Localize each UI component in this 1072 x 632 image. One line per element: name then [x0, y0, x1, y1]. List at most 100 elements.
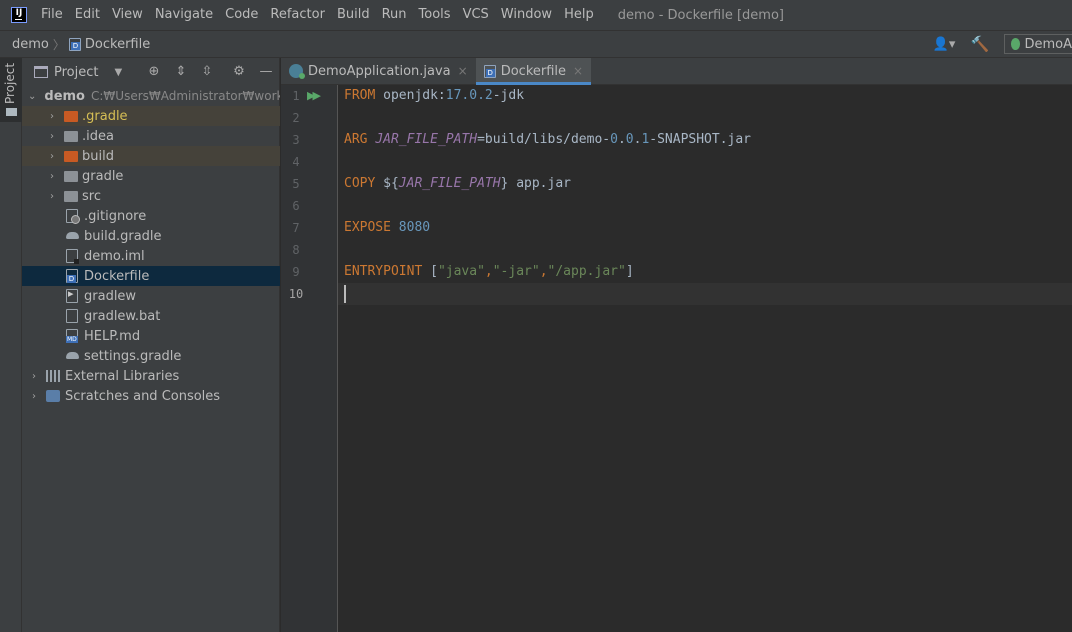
number-literal: 8080	[398, 220, 431, 235]
menu-refactor[interactable]: Refactor	[264, 0, 331, 30]
gradle-file-icon	[66, 229, 79, 243]
menu-build[interactable]: Build	[331, 0, 376, 30]
editor-gutter[interactable]: 1 ▶▶ 2 3 4 5 6 7 8 9 10	[281, 85, 338, 632]
project-tool-window-button[interactable]: Project	[0, 58, 22, 122]
collapse-all-icon[interactable]: ⇳	[199, 64, 215, 80]
tree-item-build-gradle[interactable]: build.gradle	[22, 226, 280, 246]
user-account-icon[interactable]: 👤▾	[930, 34, 958, 54]
tree-item-demo-iml[interactable]: demo.iml	[22, 246, 280, 266]
library-icon	[46, 370, 60, 382]
line-number: 9	[292, 265, 300, 279]
keyword: ENTRYPOINT	[344, 264, 423, 279]
run-configuration-selector[interactable]: DemoA	[1004, 34, 1072, 54]
excluded-folder-icon	[64, 110, 78, 122]
tab-dockerfile[interactable]: Dockerfile ×	[475, 58, 592, 85]
string-literal: "java"	[437, 264, 485, 279]
tree-item-build[interactable]: › build	[22, 146, 280, 166]
gear-icon[interactable]: ⚙	[231, 64, 247, 80]
menu-code[interactable]: Code	[219, 0, 264, 30]
tree-item-label: settings.gradle	[84, 348, 182, 364]
tree-item-external-libraries[interactable]: › External Libraries	[22, 366, 280, 386]
build-hammer-icon[interactable]: 🔨	[968, 34, 992, 54]
markdown-file-icon	[66, 329, 78, 343]
keyword: FROM	[344, 88, 376, 103]
tree-item-idea[interactable]: › .idea	[22, 126, 280, 146]
string-literal: "-jar"	[492, 264, 540, 279]
tree-item-gitignore[interactable]: .gitignore	[22, 206, 280, 226]
tree-root-path: C:₩Users₩Administrator₩worksp	[91, 89, 280, 103]
tree-item-scratches[interactable]: › Scratches and Consoles	[22, 386, 280, 406]
dockerfile-icon	[68, 37, 81, 51]
tree-item-gradle[interactable]: › gradle	[22, 166, 280, 186]
code-text: .	[617, 132, 626, 147]
number-literal: 17.0.2	[445, 88, 493, 103]
chevron-right-icon[interactable]: ›	[46, 111, 58, 122]
number-literal: 0	[610, 132, 618, 147]
line-number: 5	[292, 177, 300, 191]
close-icon[interactable]: ×	[458, 64, 468, 78]
chevron-right-icon[interactable]: ›	[46, 131, 58, 142]
tree-item-label: gradlew.bat	[84, 308, 161, 324]
breadcrumb-project[interactable]: demo	[12, 37, 49, 52]
minimize-icon[interactable]: —	[258, 64, 274, 80]
menu-vcs[interactable]: VCS	[457, 0, 495, 30]
chevron-right-icon[interactable]: ›	[28, 391, 40, 402]
locate-file-icon[interactable]: ⊕	[146, 64, 162, 80]
tree-item-label: Dockerfile	[84, 268, 150, 284]
tree-item-label: .gradle	[82, 108, 128, 124]
tree-item-dockerfile[interactable]: Dockerfile	[22, 266, 280, 286]
dockerfile-icon	[66, 269, 78, 283]
tree-root-demo[interactable]: ⌄ demo C:₩Users₩Administrator₩worksp	[22, 86, 280, 106]
tree-item-label: gradlew	[84, 288, 137, 304]
project-panel-title[interactable]: Project	[54, 65, 98, 80]
tree-item-help-md[interactable]: HELP.md	[22, 326, 280, 346]
spring-boot-icon	[1011, 38, 1021, 50]
menu-window[interactable]: Window	[495, 0, 558, 30]
window-title: demo - Dockerfile [demo]	[617, 7, 784, 23]
code-editor[interactable]: 1 ▶▶ 2 3 4 5 6 7 8 9 10 FROM openjdk:17.…	[281, 85, 1072, 632]
navbar-toolbar: 👤▾ 🔨 DemoA	[930, 31, 1072, 57]
text-file-icon	[66, 309, 78, 323]
project-stripe-label: Project	[3, 62, 17, 104]
logo-text: IJ	[15, 8, 23, 18]
menu-bar: IJ File Edit View Navigate Code Refactor…	[0, 0, 1072, 30]
menu-navigate[interactable]: Navigate	[149, 0, 219, 30]
menu-view[interactable]: View	[106, 0, 149, 30]
code-line-5: COPY ${JAR_FILE_PATH} app.jar	[344, 173, 571, 195]
shell-script-icon	[66, 287, 78, 303]
tree-item-dot-gradle[interactable]: › .gradle	[22, 106, 280, 126]
tree-item-label: gradle	[82, 168, 124, 184]
variable: JAR_FILE_PATH	[375, 132, 478, 147]
close-icon[interactable]: ×	[573, 64, 583, 78]
chevron-right-icon[interactable]: ›	[46, 151, 58, 162]
code-line-9: ENTRYPOINT ["java","-jar","/app.jar"]	[344, 261, 634, 283]
chevron-right-icon[interactable]: ›	[28, 371, 40, 382]
line-number: 2	[292, 111, 300, 125]
breadcrumb-file[interactable]: Dockerfile	[85, 37, 150, 52]
run-configuration-label: DemoA	[1024, 36, 1072, 52]
tree-item-gradlew-bat[interactable]: gradlew.bat	[22, 306, 280, 326]
run-icon[interactable]: ▶▶	[307, 88, 321, 104]
line-number-current: 10	[288, 287, 304, 301]
tree-item-label: demo.iml	[84, 248, 145, 264]
chevron-right-icon[interactable]: ›	[46, 171, 58, 182]
keyword: ARG	[344, 132, 368, 147]
tab-demo-application-java[interactable]: DemoApplication.java ×	[281, 58, 476, 84]
chevron-right-icon[interactable]: ›	[46, 191, 58, 202]
breadcrumb-separator: 〉	[52, 37, 65, 52]
menu-help[interactable]: Help	[558, 0, 600, 30]
expand-all-icon[interactable]: ⇕	[173, 64, 189, 80]
menu-file[interactable]: File	[35, 0, 69, 30]
excluded-folder-icon	[64, 150, 78, 162]
chevron-down-icon[interactable]: ▼	[114, 67, 122, 78]
line-number: 4	[292, 155, 300, 169]
chevron-down-icon[interactable]: ⌄	[28, 91, 36, 102]
menu-run[interactable]: Run	[376, 0, 413, 30]
tree-item-src[interactable]: › src	[22, 186, 280, 206]
code-line-1: FROM openjdk:17.0.2-jdk	[344, 85, 524, 107]
tree-item-gradlew[interactable]: gradlew	[22, 286, 280, 306]
code-text: ${	[375, 176, 399, 191]
tree-item-settings-gradle[interactable]: settings.gradle	[22, 346, 280, 366]
menu-edit[interactable]: Edit	[69, 0, 106, 30]
menu-tools[interactable]: Tools	[413, 0, 457, 30]
